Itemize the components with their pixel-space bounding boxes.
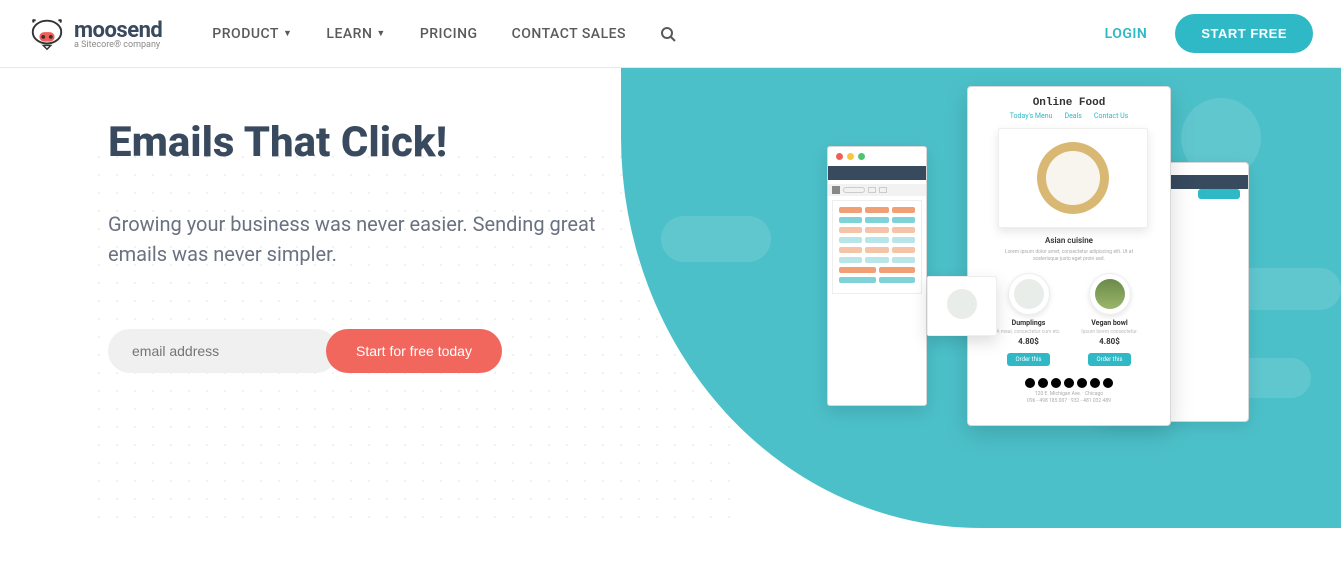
email-input[interactable] [108, 329, 338, 373]
header-right: LOGIN START FREE [1105, 14, 1313, 53]
youtube-icon [1077, 378, 1087, 388]
hero-section: Emails That Click! Growing your business… [0, 68, 1341, 563]
mockup-social-icons [982, 378, 1156, 388]
header-left: moosend a Sitecore® company PRODUCT▼ LEA… [28, 15, 676, 53]
header: moosend a Sitecore® company PRODUCT▼ LEA… [0, 0, 1341, 68]
mockup-site-title: Online Food [982, 97, 1156, 109]
hero-content: Emails That Click! Growing your business… [0, 68, 620, 373]
editor-block-grid [832, 200, 922, 294]
login-link[interactable]: LOGIN [1105, 26, 1148, 42]
mockup-hero-image [998, 128, 1148, 228]
start-free-button[interactable]: START FREE [1175, 14, 1313, 53]
mockup-footer: 120 E. Michigan Ave. · Chicago 096 - 498… [982, 391, 1156, 404]
editor-subtoolbar [828, 184, 926, 196]
bg-pill [661, 216, 771, 262]
nav-contact-sales[interactable]: CONTACT SALES [512, 26, 626, 42]
mockup-floating-card [927, 276, 997, 336]
logo-tagline: a Sitecore® company [74, 40, 162, 50]
logo-text: moosend a Sitecore® company [74, 18, 162, 50]
mockup-nav: Today's Menu Deals Contact Us [982, 112, 1156, 120]
mockup-product: Vegan bowl Ipsum lorem consectetur. 4.80… [1075, 273, 1145, 366]
start-free-today-button[interactable]: Start for free today [326, 329, 502, 373]
mockup-email-preview: Online Food Today's Menu Deals Contact U… [967, 86, 1171, 426]
nav-pricing[interactable]: PRICING [420, 26, 478, 42]
main-nav: PRODUCT▼ LEARN▼ PRICING CONTACT SALES [212, 26, 676, 42]
nav-learn[interactable]: LEARN▼ [326, 26, 385, 42]
search-icon[interactable] [660, 26, 676, 42]
mockup-product: Dumplings A meal, consectetur cum etc. 4… [994, 273, 1064, 366]
editor-toolbar [828, 166, 926, 180]
mockup-hero-desc: Lorem ipsum dolor amet, consectetur adip… [982, 249, 1156, 263]
pinterest-icon [1064, 378, 1074, 388]
mockup-hero-label: Asian cuisine [982, 236, 1156, 245]
logo[interactable]: moosend a Sitecore® company [28, 15, 162, 53]
nav-product[interactable]: PRODUCT▼ [212, 26, 292, 42]
mockup-editor-panel [827, 146, 927, 406]
hero-title: Emails That Click! [108, 118, 620, 167]
signup-form: Start for free today [108, 329, 620, 373]
mockup-products: Dumplings A meal, consectetur cum etc. 4… [982, 273, 1156, 366]
instagram-icon [1051, 378, 1061, 388]
mockup-graphics: Online Food Today's Menu Deals Contact U… [967, 86, 1171, 426]
moosend-logo-icon [28, 15, 66, 53]
facebook-icon [1025, 378, 1035, 388]
tumblr-icon [1103, 378, 1113, 388]
chevron-down-icon: ▼ [376, 28, 385, 39]
linkedin-icon [1090, 378, 1100, 388]
twitter-icon [1038, 378, 1048, 388]
window-dots [828, 147, 926, 166]
chevron-down-icon: ▼ [283, 28, 292, 39]
hero-subtitle: Growing your business was never easier. … [108, 209, 598, 269]
